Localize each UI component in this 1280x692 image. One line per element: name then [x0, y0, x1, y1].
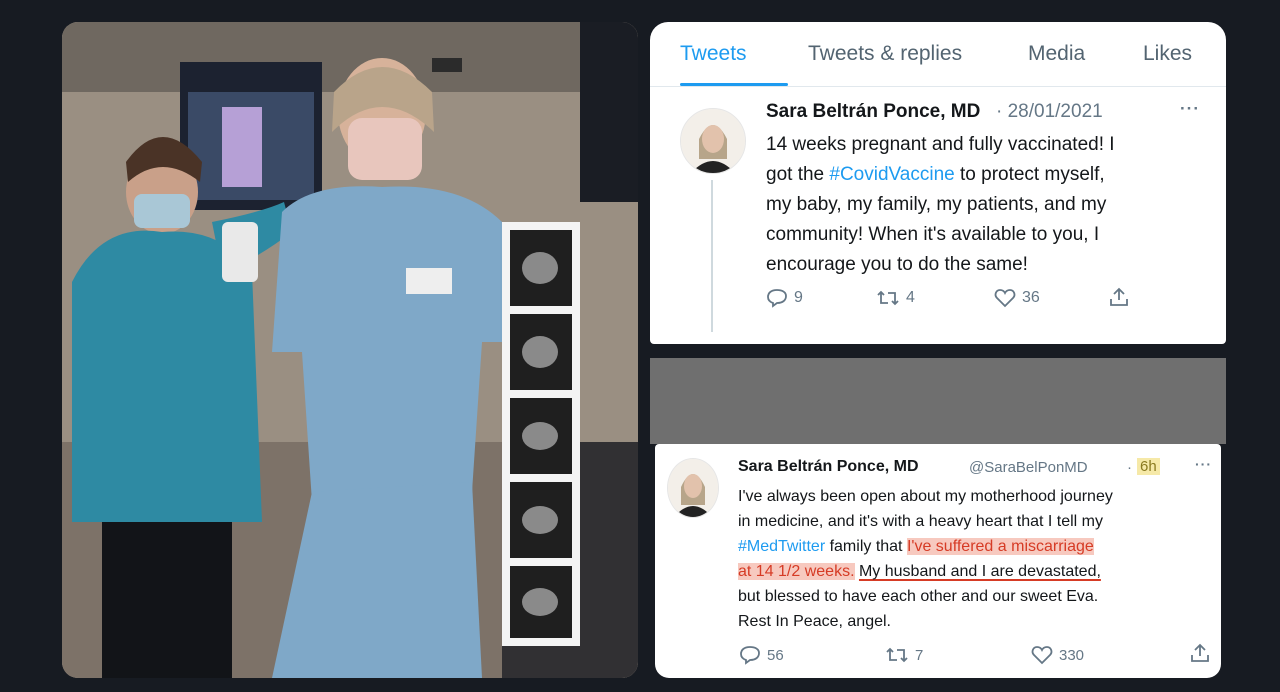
retweet-icon — [886, 647, 908, 663]
photo-illustration — [62, 22, 638, 678]
retweet-button[interactable]: 7 — [885, 645, 923, 665]
share-button[interactable] — [1189, 642, 1211, 664]
tweet2-separator: · — [1127, 459, 1132, 476]
retweet-button[interactable]: 4 — [876, 288, 915, 308]
highlighted-text: at 14 1/2 weeks. — [738, 563, 855, 580]
retweet-icon — [877, 290, 899, 306]
profile-tabs: Tweets Tweets & replies Media Likes — [650, 22, 1226, 87]
like-count: 36 — [1022, 289, 1040, 306]
hashtag-medtwitter[interactable]: #MedTwitter — [738, 538, 825, 555]
tab-tweets[interactable]: Tweets — [680, 42, 747, 66]
avatar[interactable] — [667, 458, 719, 518]
reply-count: 9 — [794, 289, 803, 306]
tweet1-line: community! When it's available to you, I — [766, 224, 1100, 245]
tweet2-line: in medicine, and it's with a heavy heart… — [738, 513, 1104, 530]
reply-icon — [767, 289, 787, 308]
reply-icon — [740, 646, 760, 665]
underlined-text: My husband and I are devastated, — [858, 563, 1101, 580]
reply-button[interactable]: 56 — [739, 645, 784, 665]
more-icon[interactable]: ··· — [1180, 99, 1200, 119]
tweet2-text: I've always been open about my motherhoo… — [738, 484, 1218, 634]
tweet2-line: Rest In Peace, angel. — [738, 613, 891, 630]
tab-media[interactable]: Media — [1028, 42, 1085, 66]
gray-separator — [650, 358, 1226, 444]
tweet2-line: #MedTwitter family that I've suffered a … — [738, 534, 1218, 559]
tweet1-line: encourage you to do the same! — [766, 254, 1028, 275]
avatar[interactable] — [680, 108, 746, 174]
tweet1-text-part: to protect myself, — [954, 164, 1105, 185]
thread-line — [711, 180, 713, 332]
vaccination-photo — [62, 22, 638, 678]
like-button[interactable]: 330 — [1031, 645, 1084, 665]
tweet1-text: 14 weeks pregnant and fully vaccinated! … — [766, 130, 1216, 280]
miscarriage-tweet-card: Sara Beltrán Ponce, MD @SaraBelPonMD · 6… — [655, 444, 1221, 678]
retweet-count: 4 — [906, 289, 915, 306]
like-count: 330 — [1059, 646, 1085, 664]
tweet2-line: at 14 1/2 weeks. My husband and I are de… — [738, 559, 1218, 584]
hashtag-covidvaccine[interactable]: #CovidVaccine — [829, 164, 954, 185]
share-button[interactable] — [1108, 286, 1130, 308]
like-button[interactable]: 36 — [994, 288, 1040, 308]
share-icon — [1191, 643, 1209, 662]
tweet2-author[interactable]: Sara Beltrán Ponce, MD — [738, 458, 919, 476]
tab-likes[interactable]: Likes — [1143, 42, 1192, 66]
highlighted-text: I've suffered a miscarriage — [906, 538, 1094, 555]
reply-button[interactable]: 9 — [766, 288, 803, 308]
active-tab-indicator — [680, 83, 788, 86]
retweet-count: 7 — [915, 646, 924, 664]
tab-tweets-replies[interactable]: Tweets & replies — [808, 42, 962, 66]
tweet2-line: I've always been open about my motherhoo… — [738, 488, 1113, 505]
like-icon — [994, 289, 1016, 308]
like-icon — [1031, 646, 1053, 665]
tweet2-text-part: family that — [825, 538, 907, 555]
tweet1-date[interactable]: · 28/01/2021 — [996, 101, 1103, 123]
tweet1-line: my baby, my family, my patients, and my — [766, 194, 1107, 215]
screenshot-frame: Tweets Tweets & replies Media Likes Sara… — [0, 0, 1280, 692]
tweet1-line: got the #CovidVaccine to protect myself, — [766, 160, 1216, 190]
more-icon[interactable]: ··· — [1195, 456, 1212, 472]
tweet1-author[interactable]: Sara Beltrán Ponce, MD — [766, 101, 980, 123]
tweet2-handle[interactable]: @SaraBelPonMD — [969, 459, 1088, 476]
reply-count: 56 — [767, 646, 784, 664]
tweet2-line: but blessed to have each other and our s… — [738, 588, 1099, 605]
profile-tweet-card: Tweets Tweets & replies Media Likes Sara… — [650, 22, 1226, 344]
share-icon — [1110, 287, 1128, 306]
tweet1-line: 14 weeks pregnant and fully vaccinated! … — [766, 134, 1115, 155]
tweet1-text-part: got the — [766, 164, 830, 185]
tweet2-time[interactable]: 6h — [1137, 458, 1160, 475]
